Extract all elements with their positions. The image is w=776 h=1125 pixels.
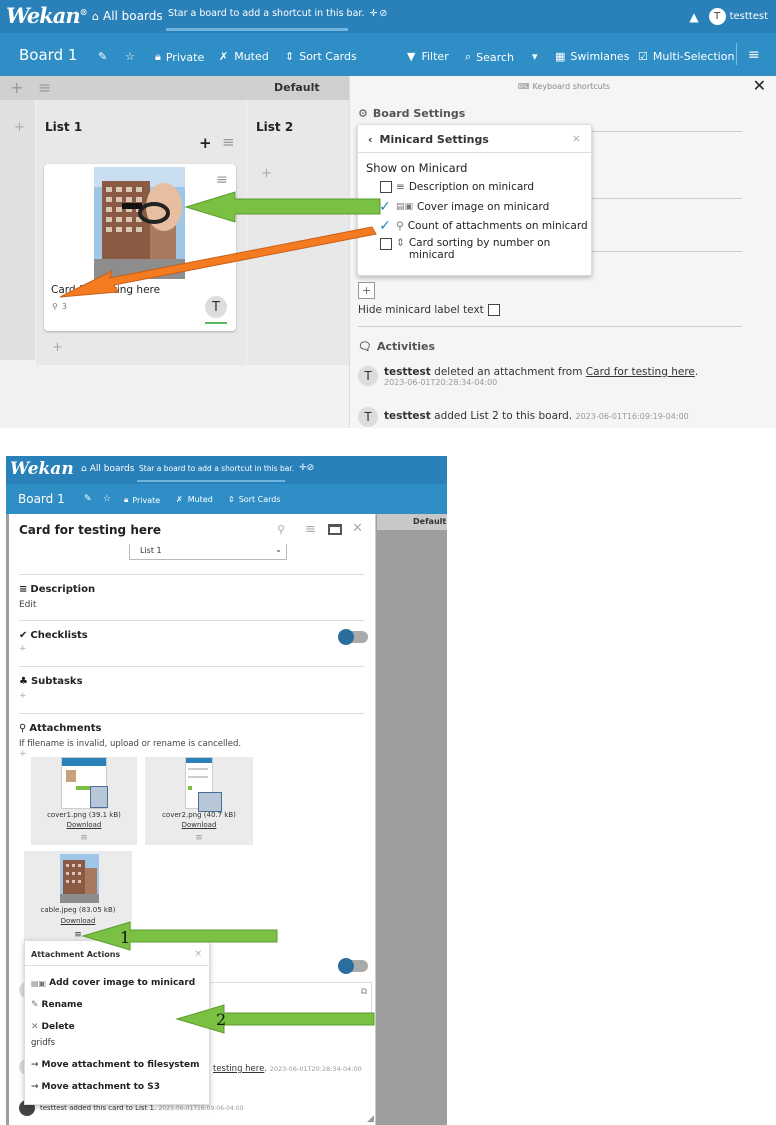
annotation-number-1: 1 — [120, 928, 131, 947]
minicard-settings-screenshot: Wekan® ⌂ All boards Star a board to add … — [0, 0, 776, 428]
green-arrow-step-2 — [175, 1004, 375, 1034]
attachment-actions-screenshot: Wekan ⌂ All boards Star a board to add a… — [6, 456, 447, 1125]
orange-arrow — [59, 226, 377, 298]
annotation-arrows — [81, 921, 375, 1034]
annotation-arrows — [59, 191, 381, 298]
annotation-number-2: 2 — [216, 1010, 227, 1029]
green-arrow — [184, 191, 381, 223]
green-arrow-step-1 — [81, 921, 278, 951]
